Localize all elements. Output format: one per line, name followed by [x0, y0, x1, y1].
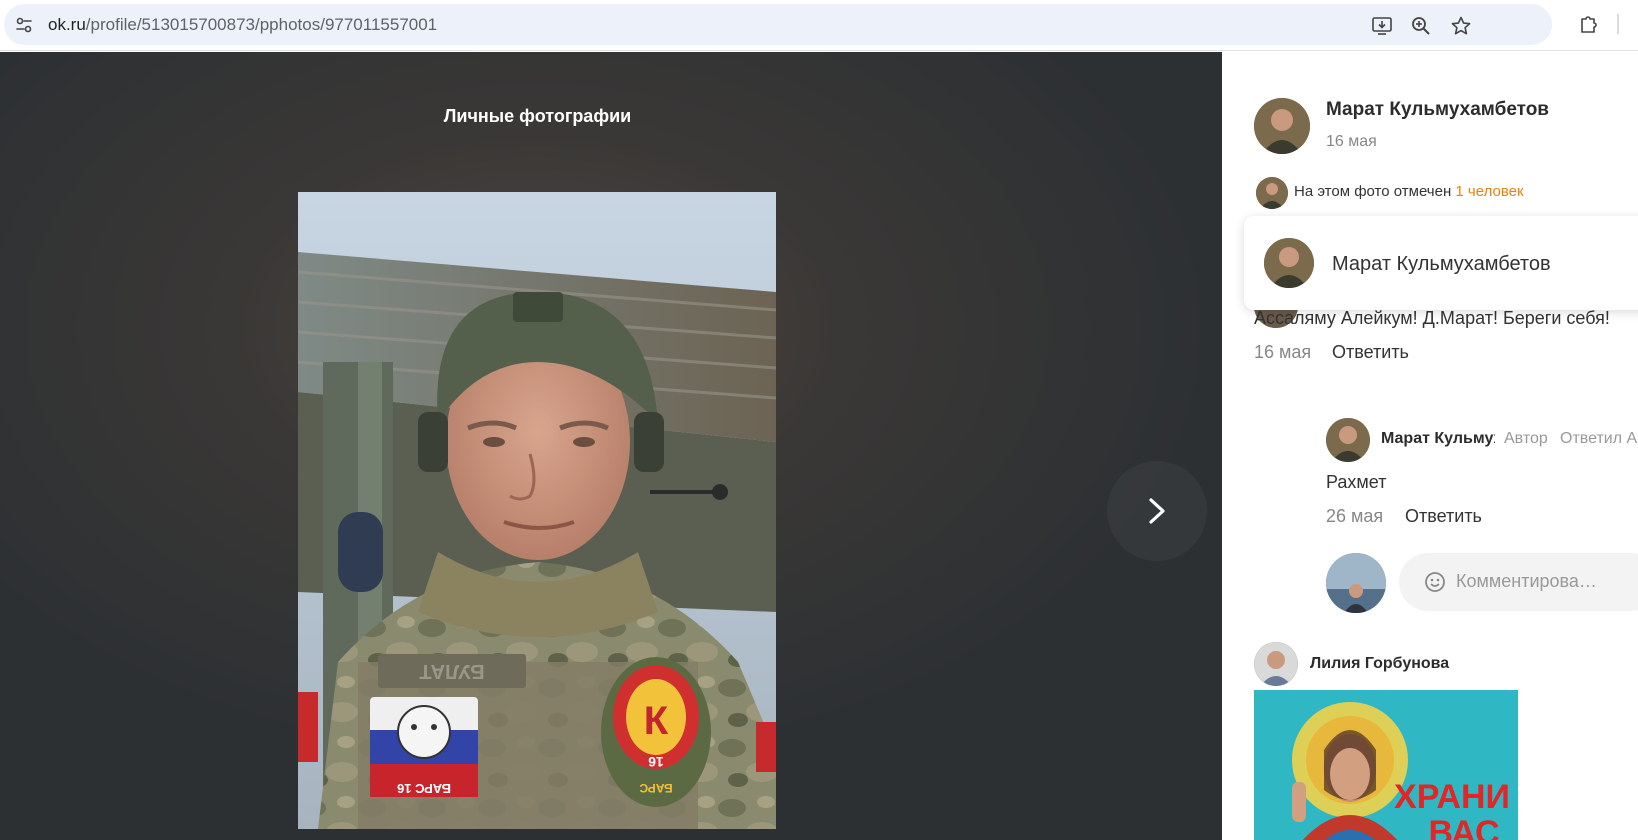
smile-icon[interactable] [1424, 571, 1446, 593]
reply-author-name[interactable]: Марат Кульмухамбетов [1381, 430, 1495, 448]
url-host: ok.ru [48, 15, 86, 34]
photo-emblem-number: 16 [648, 754, 664, 770]
browser-toolbar: ok.ru/profile/513015700873/pphotos/97701… [0, 0, 1638, 51]
comment-text: Ассаляму Алейкум! Д.Марат! Береги себя! [1254, 308, 1610, 328]
toolbar-divider [1617, 14, 1619, 34]
address-bar[interactable]: ok.ru/profile/513015700873/pphotos/97701… [4, 4, 1552, 45]
replied-to-label[interactable]: Ответил А [1560, 430, 1637, 448]
current-user-avatar[interactable] [1326, 553, 1386, 613]
reply-author-avatar[interactable] [1326, 418, 1370, 462]
tagged-label: На этом фото отмечен [1294, 183, 1456, 200]
photo-emblem-text: БАРС [639, 781, 673, 795]
tagged-people-link[interactable]: 1 человек [1455, 183, 1523, 200]
reply-date: 26 мая [1326, 506, 1384, 526]
site-info-icon[interactable] [14, 15, 34, 35]
post-date: 16 мая [1326, 133, 1377, 150]
next-photo-button[interactable] [1107, 461, 1207, 561]
chevron-right-icon [1149, 498, 1165, 524]
post-image[interactable]: ХРАНИ ВАС [1254, 690, 1518, 840]
reply-button[interactable]: Ответить [1332, 342, 1409, 363]
bookmark-star-icon[interactable] [1450, 15, 1472, 37]
url-text[interactable]: ok.ru/profile/513015700873/pphotos/97701… [48, 15, 437, 35]
popup-avatar[interactable] [1264, 238, 1314, 288]
author-badge: Автор [1504, 430, 1548, 447]
album-title: Личные фотографии [443, 106, 632, 126]
liliya-avatar[interactable] [1254, 642, 1298, 686]
comment-input[interactable]: Комментирова… [1399, 553, 1638, 611]
tagged-people-line: На этом фото отмечен 1 человек [1294, 183, 1524, 200]
comment-date: 16 мая [1254, 342, 1312, 362]
photo-viewer: Личные фотографии БУЛАТ БАРС 16 К 16 БАР… [0, 52, 1222, 840]
image-text-line2: ВАС [1428, 814, 1499, 840]
photo-side-panel: Марат Кульмухамбетов 16 мая На этом фото… [1222, 52, 1638, 840]
main-photo[interactable]: БУЛАТ БАРС 16 К 16 БАРС [298, 192, 776, 829]
popup-person-name[interactable]: Марат Кульмухамбетов [1332, 253, 1551, 276]
reply-reply-button[interactable]: Ответить [1405, 506, 1482, 527]
extensions-icon[interactable] [1578, 13, 1600, 35]
reply-text: Рахмет [1326, 472, 1387, 492]
install-app-icon[interactable] [1371, 15, 1393, 37]
liliya-name[interactable]: Лилия Горбунова [1310, 655, 1449, 673]
tagged-person-popup: Марат Кульмухамбетов [1244, 216, 1638, 310]
url-path: /profile/513015700873/pphotos/9770115570… [85, 15, 438, 34]
photo-name-patch: БУЛАТ [419, 660, 484, 682]
photo-bars-patch: БАРС 16 [397, 781, 451, 796]
svg-text:К: К [644, 699, 669, 743]
image-text-line1: ХРАНИ [1394, 778, 1510, 816]
zoom-icon[interactable] [1410, 15, 1432, 37]
comment-placeholder: Комментирова… [1456, 571, 1597, 591]
author-name[interactable]: Марат Кульмухамбетов [1326, 99, 1549, 121]
author-avatar[interactable] [1254, 98, 1310, 154]
tagged-user-avatar[interactable] [1256, 177, 1288, 209]
